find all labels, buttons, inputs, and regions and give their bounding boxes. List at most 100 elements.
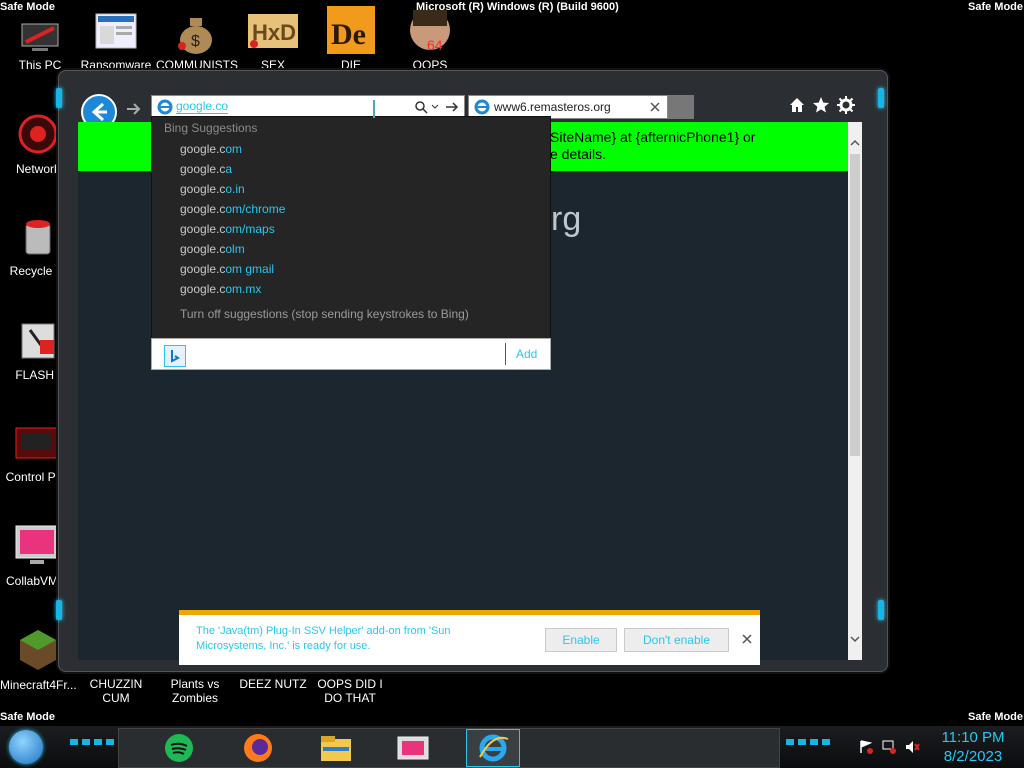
desktop-icon-sex-editor[interactable]: HxD SEX EDITOR — [240, 12, 306, 86]
suggestion-completion: om — [225, 142, 243, 156]
scroll-thumb[interactable] — [850, 154, 860, 456]
desktop-icon-ransomware[interactable]: Ransomware — [80, 12, 152, 74]
tab-title: www6.remasteros.org — [494, 100, 611, 114]
ransomware-icon — [95, 13, 137, 49]
notification-bar: The 'Java(tm) Plug-In SSV Helper' add-on… — [179, 610, 760, 665]
internet-explorer-icon — [479, 734, 509, 762]
desktop-icon-label: This PC — [18, 58, 62, 72]
close-notification-icon[interactable] — [741, 633, 753, 645]
suggestion-typed: google.c — [180, 202, 226, 216]
svg-text:De: De — [331, 18, 366, 51]
ie-tab-icon — [474, 99, 490, 115]
desktop-icon-oops-did-i[interactable]: OOPS DID I DO THAT — [312, 677, 388, 705]
ie-page-icon — [157, 99, 173, 115]
desktop-icon-oops[interactable]: 64 OOPS — [400, 6, 460, 74]
clock-time[interactable]: 11:10 PM — [930, 729, 1016, 746]
page-heading: rg — [551, 200, 582, 238]
start-button[interactable] — [9, 730, 43, 764]
notification-message-line-2: Microsystems, Inc.' is ready for use. — [196, 640, 371, 652]
oops-icon: 64 — [410, 10, 450, 53]
suggestion-item[interactable]: google.ca — [180, 159, 232, 179]
desktop-icon-chuzzin[interactable]: CHUZZIN CUM — [80, 677, 152, 705]
text-cursor — [373, 100, 375, 118]
enable-button[interactable]: Enable — [545, 628, 617, 652]
vertical-scrollbar[interactable] — [848, 122, 862, 660]
suggestion-completion: om/chrome — [225, 202, 286, 216]
clock-date[interactable]: 8/2/2023 — [930, 748, 1016, 765]
control-panel-icon — [15, 427, 59, 459]
svg-text:HxD: HxD — [252, 20, 296, 45]
money-bag-icon: $ — [178, 18, 212, 54]
settings-gear-icon[interactable] — [837, 96, 855, 114]
scroll-down-icon[interactable] — [848, 632, 862, 646]
minecraft-icon — [20, 630, 56, 670]
add-provider-link[interactable]: Add — [516, 347, 537, 361]
desktop-icon-label: Minecraft4Fr... — [0, 678, 77, 692]
taskbar-center-plate — [118, 728, 780, 768]
file-explorer-icon[interactable] — [319, 733, 353, 763]
notification-message-line-1: The 'Java(tm) Plug-In SSV Helper' add-on… — [196, 625, 451, 637]
desktop-icon-deez-nutz[interactable]: DEEZ NUTZ — [236, 677, 310, 691]
suggestion-completion: om gmail — [225, 262, 275, 276]
safe-mode-bottom-left: Safe Mode — [0, 711, 56, 723]
home-icon[interactable] — [788, 96, 806, 114]
frame-light — [56, 600, 62, 620]
suggestion-typed: google.c — [180, 282, 226, 296]
suggestion-typed: google.c — [180, 162, 226, 176]
turn-off-suggestions-link[interactable]: Turn off suggestions (stop sending keyst… — [180, 307, 469, 321]
suggestion-item[interactable]: google.com.mx — [180, 279, 261, 299]
suggestion-completion: om/maps — [225, 222, 275, 236]
taskbar-ie-active[interactable] — [466, 729, 520, 767]
suggestion-typed: google.c — [180, 262, 226, 276]
favorites-star-icon[interactable] — [812, 96, 830, 114]
suggestions-header: Bing Suggestions — [164, 121, 258, 135]
die-icon: De — [327, 6, 375, 54]
network-status-icon[interactable] — [881, 739, 897, 755]
spotify-icon[interactable] — [162, 733, 196, 763]
frame-light — [878, 600, 884, 620]
scroll-up-icon[interactable] — [848, 136, 862, 150]
suggestion-item[interactable]: google.com gmail — [180, 259, 274, 279]
photo-viewer-icon[interactable] — [396, 733, 430, 763]
safe-mode-bottom-right: Safe Mode — [967, 711, 1023, 723]
search-icon[interactable] — [414, 100, 428, 114]
suggestion-item[interactable]: google.colm — [180, 239, 245, 259]
suggestion-typed: google.c — [180, 242, 226, 256]
close-tab-icon[interactable] — [649, 101, 661, 113]
forward-button[interactable] — [124, 100, 142, 118]
suggestion-typed: google.c — [180, 142, 226, 156]
action-center-flag-icon[interactable] — [858, 739, 874, 755]
suggestion-item[interactable]: google.co.in — [180, 179, 245, 199]
firefox-icon[interactable] — [241, 733, 275, 763]
suggestions-footer: Add — [151, 338, 551, 370]
new-tab-button[interactable] — [668, 95, 694, 119]
hxd-icon: HxD — [248, 14, 298, 48]
bing-provider-button[interactable] — [164, 345, 186, 367]
desktop-icon-die-please[interactable]: De DIE PLEASE — [318, 6, 384, 86]
desktop-icon-plants-vs-zombies[interactable]: Plants vs Zombies — [160, 677, 230, 705]
volume-muted-icon[interactable] — [904, 739, 920, 755]
desktop-icon-this-pc[interactable]: This PC — [10, 12, 70, 74]
footer-divider — [505, 343, 506, 365]
network-icon — [18, 114, 58, 154]
suggestion-item[interactable]: google.com — [180, 139, 242, 159]
suggestion-item[interactable]: google.com/maps — [180, 219, 275, 239]
suggestion-completion: o.in — [225, 182, 245, 196]
forward-arrow-icon — [127, 103, 141, 115]
this-pc-icon — [21, 23, 59, 51]
recycle-bin-icon — [25, 220, 51, 255]
address-input[interactable]: google.co — [176, 99, 229, 114]
bing-icon — [171, 350, 180, 363]
banner-line-1: SiteName} at {afternicPhone1} or — [550, 129, 756, 145]
taskbar-lights-right — [786, 739, 830, 745]
flash-icon — [21, 323, 55, 359]
go-arrow-icon[interactable] — [445, 100, 459, 114]
suggestions-dropdown: Bing Suggestions google.com google.ca goog… — [151, 116, 551, 340]
suggestion-completion: om.mx — [225, 282, 262, 296]
suggestion-item[interactable]: google.com/chrome — [180, 199, 285, 219]
suggestion-completion: olm — [225, 242, 245, 256]
desktop-icon-communists[interactable]: $ COMMUNISTS — [156, 12, 238, 74]
suggestion-completion: a — [225, 162, 233, 176]
dont-enable-button[interactable]: Don't enable — [624, 628, 729, 652]
chevron-down-icon[interactable] — [431, 100, 439, 114]
